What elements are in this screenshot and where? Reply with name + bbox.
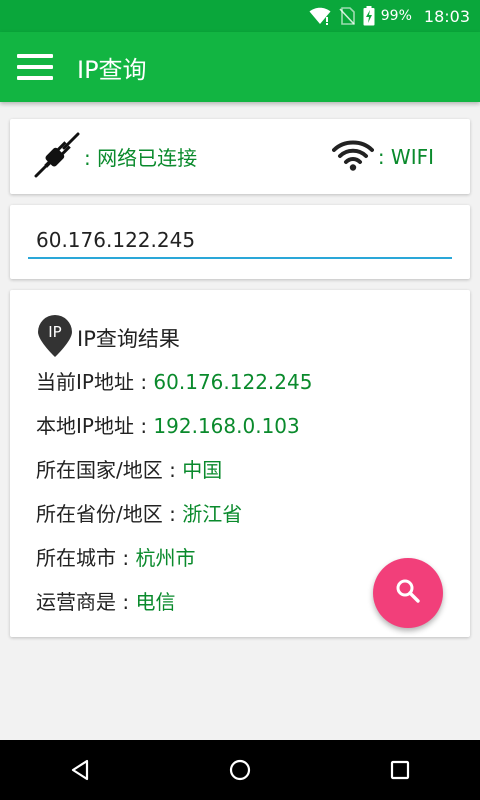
result-header: IP IP查询结果 [36,314,180,362]
ip-badge-text: IP [48,323,61,341]
network-type-text: : WIFI [377,144,434,169]
row-label: 运营商是 : [36,590,136,614]
row-value: 杭州市 [135,546,196,570]
ip-pin-icon: IP [36,314,74,362]
row-label: 所在城市 : [36,546,136,570]
clock: 18:03 [423,6,470,26]
result-row-local-ip: 本地IP地址 : 192.168.0.103 [36,410,300,439]
result-row-province: 所在省份/地区 : 浙江省 [36,498,242,527]
result-row-city: 所在城市 : 杭州市 [36,542,195,571]
result-row-country: 所在国家/地区 : 中国 [36,454,222,483]
network-connection-status: : 网络已连接 [34,132,197,182]
network-type-status: : WIFI [331,138,434,176]
plug-icon [34,132,80,182]
app-bar: IP查询 [0,32,480,102]
connection-status-text: : 网络已连接 [84,146,198,170]
search-button[interactable] [373,558,443,628]
row-label: 本地IP地址 : [36,414,154,438]
network-status-card: : 网络已连接 : WIFI [10,119,470,194]
row-value: 60.176.122.245 [153,370,313,394]
row-value: 电信 [135,590,176,614]
home-icon[interactable] [220,750,260,790]
row-label: 当前IP地址 : [36,370,154,394]
recents-icon[interactable] [380,750,420,790]
result-row-isp: 运营商是 : 电信 [36,586,175,615]
row-value: 中国 [182,458,223,482]
ip-input[interactable] [28,223,452,259]
row-value: 192.168.0.103 [153,414,300,438]
wifi-signal-icon [309,7,331,25]
status-bar: 99% 18:03 [0,0,480,32]
result-title: IP查询结果 [77,327,180,351]
back-icon[interactable] [60,750,100,790]
search-icon [395,578,421,608]
hamburger-icon[interactable] [17,54,53,80]
row-value: 浙江省 [182,502,243,526]
system-nav-bar [0,740,480,800]
row-label: 所在省份/地区 : [36,502,183,526]
wifi-icon [331,138,374,176]
result-row-current-ip: 当前IP地址 : 60.176.122.245 [36,366,312,395]
ip-input-card [10,205,470,279]
app-title: IP查询 [77,55,147,84]
battery-charging-icon [363,6,375,26]
no-sim-icon [339,7,355,25]
battery-percent: 99% [380,8,412,24]
row-label: 所在国家/地区 : [36,458,183,482]
